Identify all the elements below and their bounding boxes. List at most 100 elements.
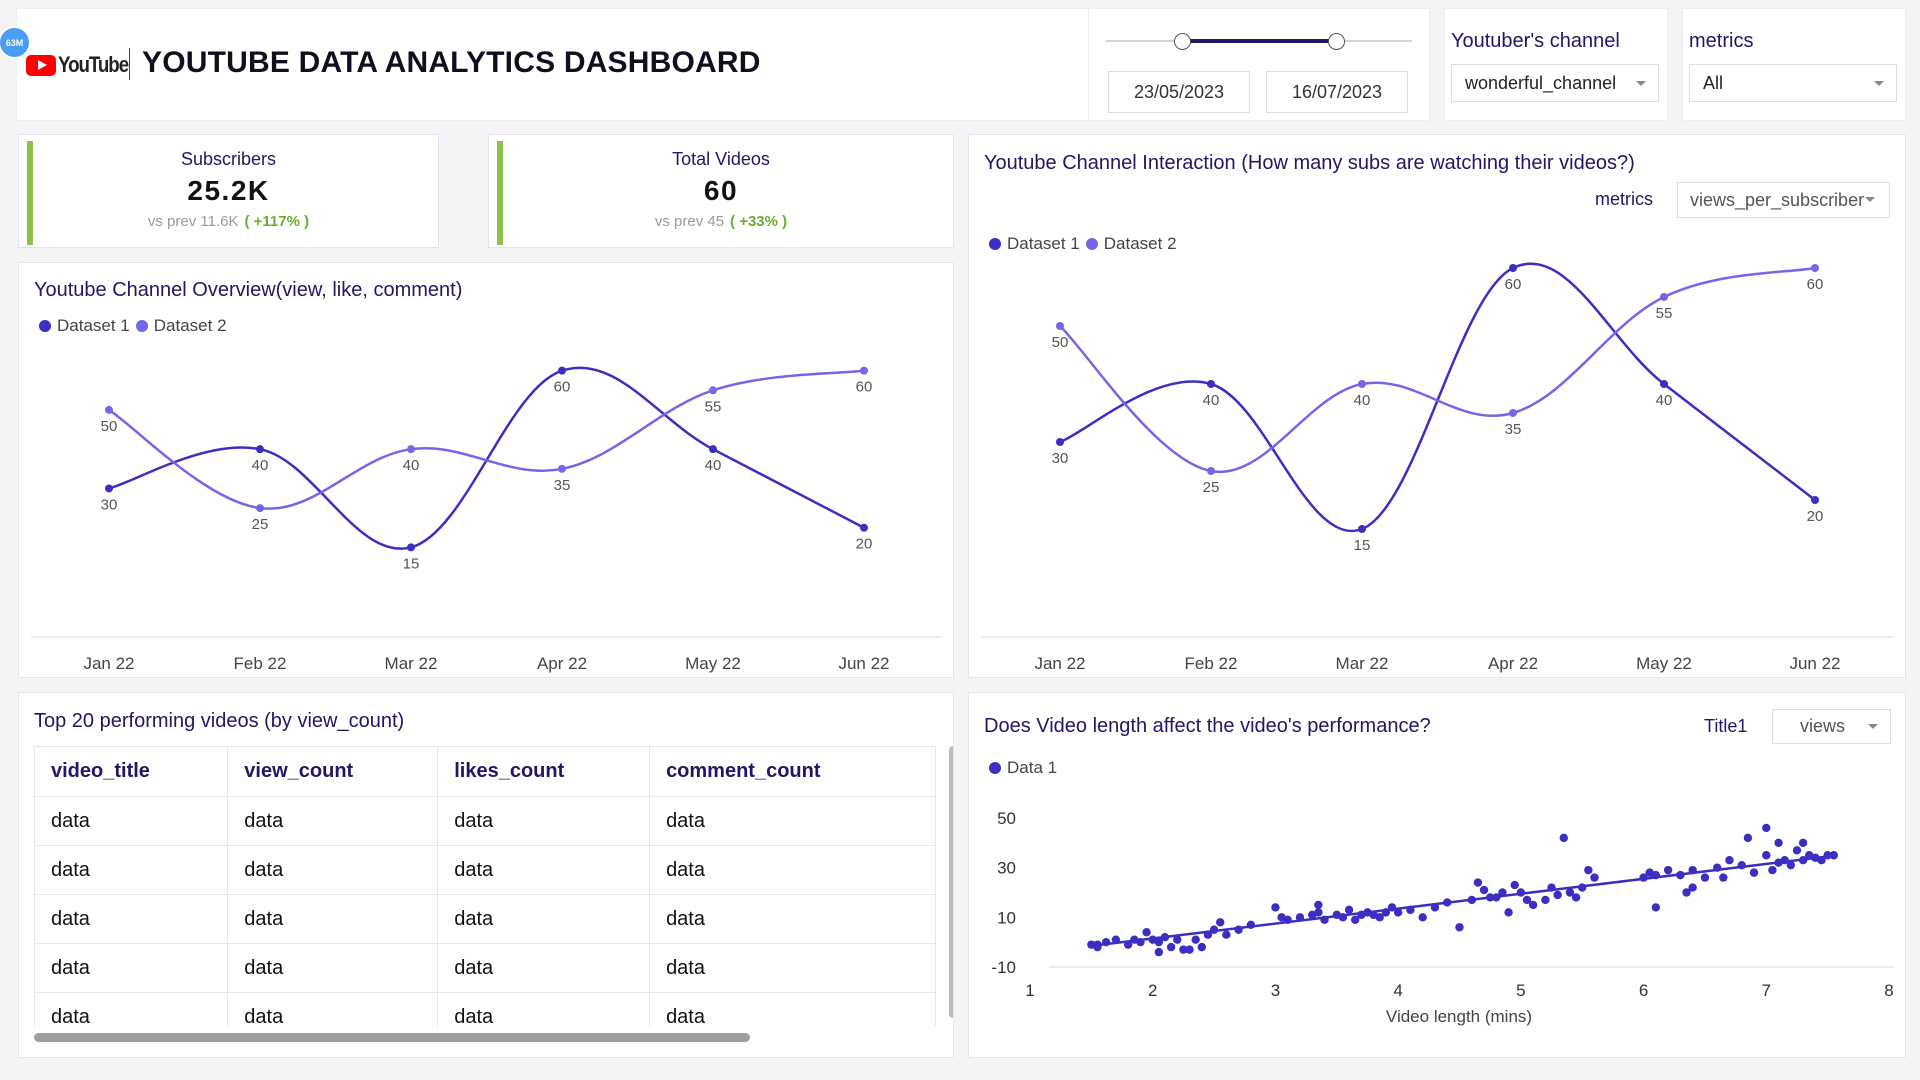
x-tick-label: Jan 22 <box>83 654 134 673</box>
x-tick-label: 6 <box>1639 981 1648 1000</box>
table-cell: data <box>227 943 439 993</box>
horizontal-scrollbar[interactable] <box>34 1033 750 1042</box>
table-scroll-area[interactable]: video_title view_count likes_count comme… <box>19 746 953 1026</box>
column-header[interactable]: view_count <box>227 746 439 797</box>
scatter-point <box>1510 880 1519 890</box>
x-tick-label: Mar 22 <box>385 654 438 673</box>
table-row[interactable]: data data data data <box>33 796 936 846</box>
scatter-point <box>1185 945 1194 954</box>
data-point <box>709 386 717 395</box>
data-point <box>256 445 264 454</box>
scatter-point <box>1234 925 1243 934</box>
y-tick-label: -10 <box>991 958 1016 977</box>
metrics-select[interactable]: All <box>1689 64 1897 102</box>
overview-chart-card: Youtube Channel Overview(view, like, com… <box>18 262 954 678</box>
channel-select-value: wonderful_channel <box>1465 72 1617 93</box>
scatter-point <box>1479 885 1489 895</box>
scatter-point <box>1504 908 1513 917</box>
kpi-value: 25.2K <box>187 175 270 206</box>
chevron-down-icon <box>1874 81 1884 86</box>
data-label: 35 <box>554 477 571 494</box>
scatter-point <box>1725 856 1734 865</box>
vertical-scrollbar[interactable] <box>949 746 953 1018</box>
end-date-field[interactable]: 16/07/2023 <box>1266 71 1408 113</box>
data-label: 40 <box>252 457 269 474</box>
kpi-change: ( +33% ) <box>730 213 788 230</box>
data-point <box>407 445 415 454</box>
overview-line-chart: Jan 22 Feb 22 Mar 22 Apr 22 May 22 Jun 22 30 40… <box>31 366 941 673</box>
table-cell: data <box>33 894 229 944</box>
x-tick-label: Feb 22 <box>1185 654 1238 673</box>
x-tick-label: 5 <box>1516 981 1525 1000</box>
scatter-point <box>1430 903 1440 912</box>
scatter-point <box>1191 935 1200 944</box>
data-point <box>1056 322 1064 330</box>
youtube-play-icon <box>26 54 56 76</box>
scatter-point <box>1719 873 1728 882</box>
column-header[interactable]: likes_count <box>437 746 651 797</box>
table-cell: data <box>649 992 936 1026</box>
channel-filter-label: Youtuber's channel <box>1451 30 1620 52</box>
table-cell: data <box>437 992 651 1026</box>
scatter-point <box>1246 920 1256 929</box>
scatter-point <box>1222 930 1231 939</box>
scatter-point <box>1559 833 1569 843</box>
channel-select[interactable]: wonderful_channel <box>1451 64 1659 102</box>
kpi-card-subscribers: Subscribers 25.2K vs prev 11.6K ( +117% ) <box>18 134 439 248</box>
scatter-point <box>1418 913 1427 922</box>
x-tick-label: 1 <box>1025 981 1034 1000</box>
data-point <box>105 405 113 414</box>
data-point <box>1207 467 1215 475</box>
table-cell: data <box>227 845 439 895</box>
top-videos-title: Top 20 performing videos (by view_count) <box>34 710 405 732</box>
scatter-point <box>1393 908 1403 917</box>
data-point <box>105 484 113 493</box>
data-point <box>256 504 264 513</box>
scatter-point <box>1651 870 1661 880</box>
scatter-point <box>1516 888 1526 897</box>
scatter-point <box>1553 890 1562 900</box>
x-tick-label: Jan 22 <box>1034 654 1085 673</box>
table-cell: data <box>33 845 229 895</box>
data-label: 55 <box>1656 305 1673 322</box>
scatter-point <box>1136 937 1145 947</box>
data-label: 50 <box>101 418 118 435</box>
kpi-comparison: vs prev 11.6K ( +117% ) <box>19 213 438 230</box>
data-point <box>1811 264 1819 272</box>
scatter-point <box>1314 900 1323 910</box>
column-header[interactable]: comment_count <box>649 746 936 797</box>
youtube-wordmark: YouTube <box>58 52 129 77</box>
data-point <box>860 366 868 375</box>
table-row[interactable]: data data data data <box>33 894 936 944</box>
column-header[interactable]: video_title <box>33 746 229 797</box>
date-slider-end-handle[interactable] <box>1328 33 1345 50</box>
data-label: 30 <box>1052 450 1069 467</box>
scatter-point <box>1590 873 1599 882</box>
x-tick-label: Jun 22 <box>1789 654 1840 673</box>
table-row[interactable]: data data data data <box>33 992 936 1026</box>
data-point <box>558 366 566 375</box>
scatter-point <box>1271 903 1280 912</box>
data-point <box>1660 380 1668 388</box>
table-row[interactable]: data data data data <box>33 943 936 993</box>
x-tick-label: Feb 22 <box>234 654 287 673</box>
start-date-field[interactable]: 23/05/2023 <box>1108 71 1250 113</box>
data-label: 40 <box>1656 392 1673 409</box>
table-cell: data <box>649 845 936 895</box>
series-line-2 <box>1059 266 1816 474</box>
kpi-change: ( +117% ) <box>244 213 310 230</box>
scatter-point <box>1344 905 1354 915</box>
table-row[interactable]: data data data data <box>33 845 936 895</box>
scatter-point <box>1093 940 1102 949</box>
scatter-point <box>1663 865 1673 875</box>
data-label: 60 <box>554 379 571 396</box>
series-line-1 <box>108 366 865 550</box>
scatter-point <box>1584 865 1593 875</box>
scatter-point <box>1498 888 1507 897</box>
data-label: 15 <box>403 555 420 572</box>
date-slider-start-handle[interactable] <box>1174 33 1191 50</box>
x-tick-label: Jun 22 <box>838 654 889 673</box>
scatter-point <box>1528 900 1538 910</box>
scatter-point <box>1295 913 1305 922</box>
data-point <box>860 523 868 532</box>
